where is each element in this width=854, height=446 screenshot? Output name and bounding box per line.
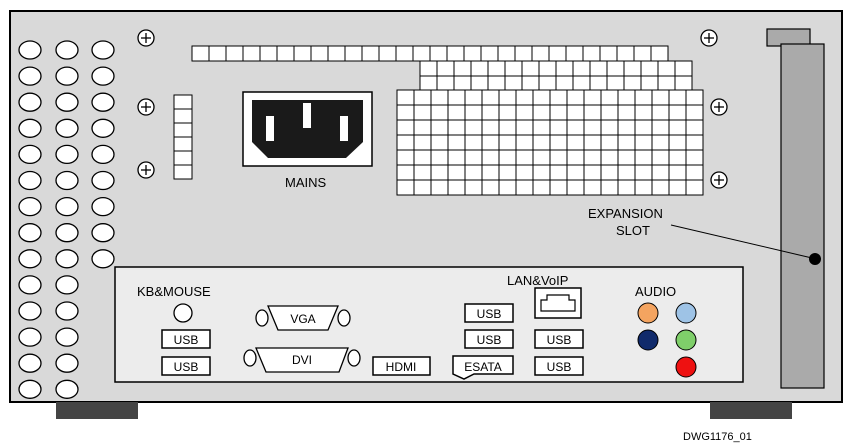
vent-hole bbox=[55, 353, 79, 373]
vent-hole bbox=[18, 66, 42, 86]
vent-hole bbox=[55, 92, 79, 112]
expansion-label-line1: EXPANSION bbox=[588, 206, 663, 221]
audio-jack-navy bbox=[637, 329, 659, 351]
svg-text:USB: USB bbox=[174, 360, 199, 374]
expansion-slot bbox=[780, 43, 825, 389]
vga-label: VGA bbox=[290, 312, 315, 326]
usb-port-mid-top: USB bbox=[464, 303, 514, 323]
hdmi-label: HDMI bbox=[386, 360, 417, 374]
vent-hole bbox=[55, 301, 79, 321]
dvi-label: DVI bbox=[292, 353, 312, 367]
screw-icon bbox=[710, 171, 728, 189]
expansion-leader-dot bbox=[809, 253, 821, 265]
svg-text:USB: USB bbox=[477, 333, 502, 347]
vent-hole bbox=[18, 353, 42, 373]
foot-left bbox=[56, 402, 138, 419]
usb-port-right-top: USB bbox=[534, 329, 584, 349]
vent-hole bbox=[18, 144, 42, 165]
vent-hole bbox=[91, 170, 115, 191]
vent-hole bbox=[55, 66, 79, 86]
lan-voip-label: LAN&VoIP bbox=[507, 273, 568, 288]
vent-hole bbox=[55, 40, 79, 60]
vent-hole bbox=[18, 327, 42, 347]
audio-jack-red bbox=[675, 356, 697, 378]
vent-hole bbox=[55, 118, 79, 138]
vent-hole bbox=[55, 249, 79, 269]
side-grille bbox=[173, 94, 193, 180]
vent-hole bbox=[18, 170, 42, 191]
vent-hole bbox=[91, 40, 115, 60]
ps2-port bbox=[173, 303, 193, 323]
vent-hole bbox=[91, 92, 115, 112]
vent-hole bbox=[91, 118, 115, 138]
vent-hole bbox=[55, 196, 79, 217]
vent-hole bbox=[18, 118, 42, 138]
kb-mouse-label: KB&MOUSE bbox=[137, 284, 211, 299]
screw-icon bbox=[137, 161, 155, 179]
usb-port-mid-bottom: USB bbox=[464, 329, 514, 349]
usb-port-right-bottom: USB bbox=[534, 356, 584, 376]
vent-hole bbox=[18, 249, 42, 269]
screw-icon bbox=[700, 29, 718, 47]
lan-port bbox=[534, 287, 582, 319]
vent-hole bbox=[18, 223, 42, 243]
vent-hole bbox=[18, 379, 42, 399]
vent-hole bbox=[91, 223, 115, 243]
vent-hole bbox=[55, 223, 79, 243]
vent-hole bbox=[18, 92, 42, 112]
usb-port-left-top: USB bbox=[161, 329, 211, 349]
svg-text:USB: USB bbox=[174, 333, 199, 347]
vent-hole bbox=[55, 327, 79, 347]
svg-text:USB: USB bbox=[547, 360, 572, 374]
vent-hole bbox=[18, 40, 42, 60]
vent-hole bbox=[55, 379, 79, 399]
esata-label: ESATA bbox=[464, 360, 502, 374]
pc-rear-panel-diagram: MAINS EXPANSION SLOT KB&MOUSE USB USB VG… bbox=[9, 10, 843, 443]
audio-jack-light-blue bbox=[675, 302, 697, 324]
hdmi-port: HDMI bbox=[372, 356, 431, 376]
screw-icon bbox=[710, 98, 728, 116]
drawing-id: DWG1176_01 bbox=[683, 431, 752, 443]
mains-label: MAINS bbox=[285, 175, 327, 190]
expansion-label-line2: SLOT bbox=[616, 223, 650, 238]
svg-text:USB: USB bbox=[547, 333, 572, 347]
vent-hole bbox=[91, 196, 115, 217]
vent-hole bbox=[55, 144, 79, 165]
svg-text:USB: USB bbox=[477, 307, 502, 321]
vent-hole bbox=[18, 196, 42, 217]
mains-socket-icon bbox=[242, 91, 373, 167]
vent-hole bbox=[18, 275, 42, 295]
audio-label: AUDIO bbox=[635, 284, 676, 299]
vent-hole bbox=[18, 301, 42, 321]
audio-jack-orange bbox=[637, 302, 659, 324]
vent-hole bbox=[91, 144, 115, 165]
screw-icon bbox=[137, 98, 155, 116]
usb-port-left-bottom: USB bbox=[161, 356, 211, 376]
screw-icon bbox=[137, 29, 155, 47]
vent-hole bbox=[91, 66, 115, 86]
audio-jack-green bbox=[675, 329, 697, 351]
vent-hole bbox=[91, 249, 115, 269]
vent-hole bbox=[55, 275, 79, 295]
foot-right bbox=[710, 402, 792, 419]
vent-hole bbox=[55, 170, 79, 191]
